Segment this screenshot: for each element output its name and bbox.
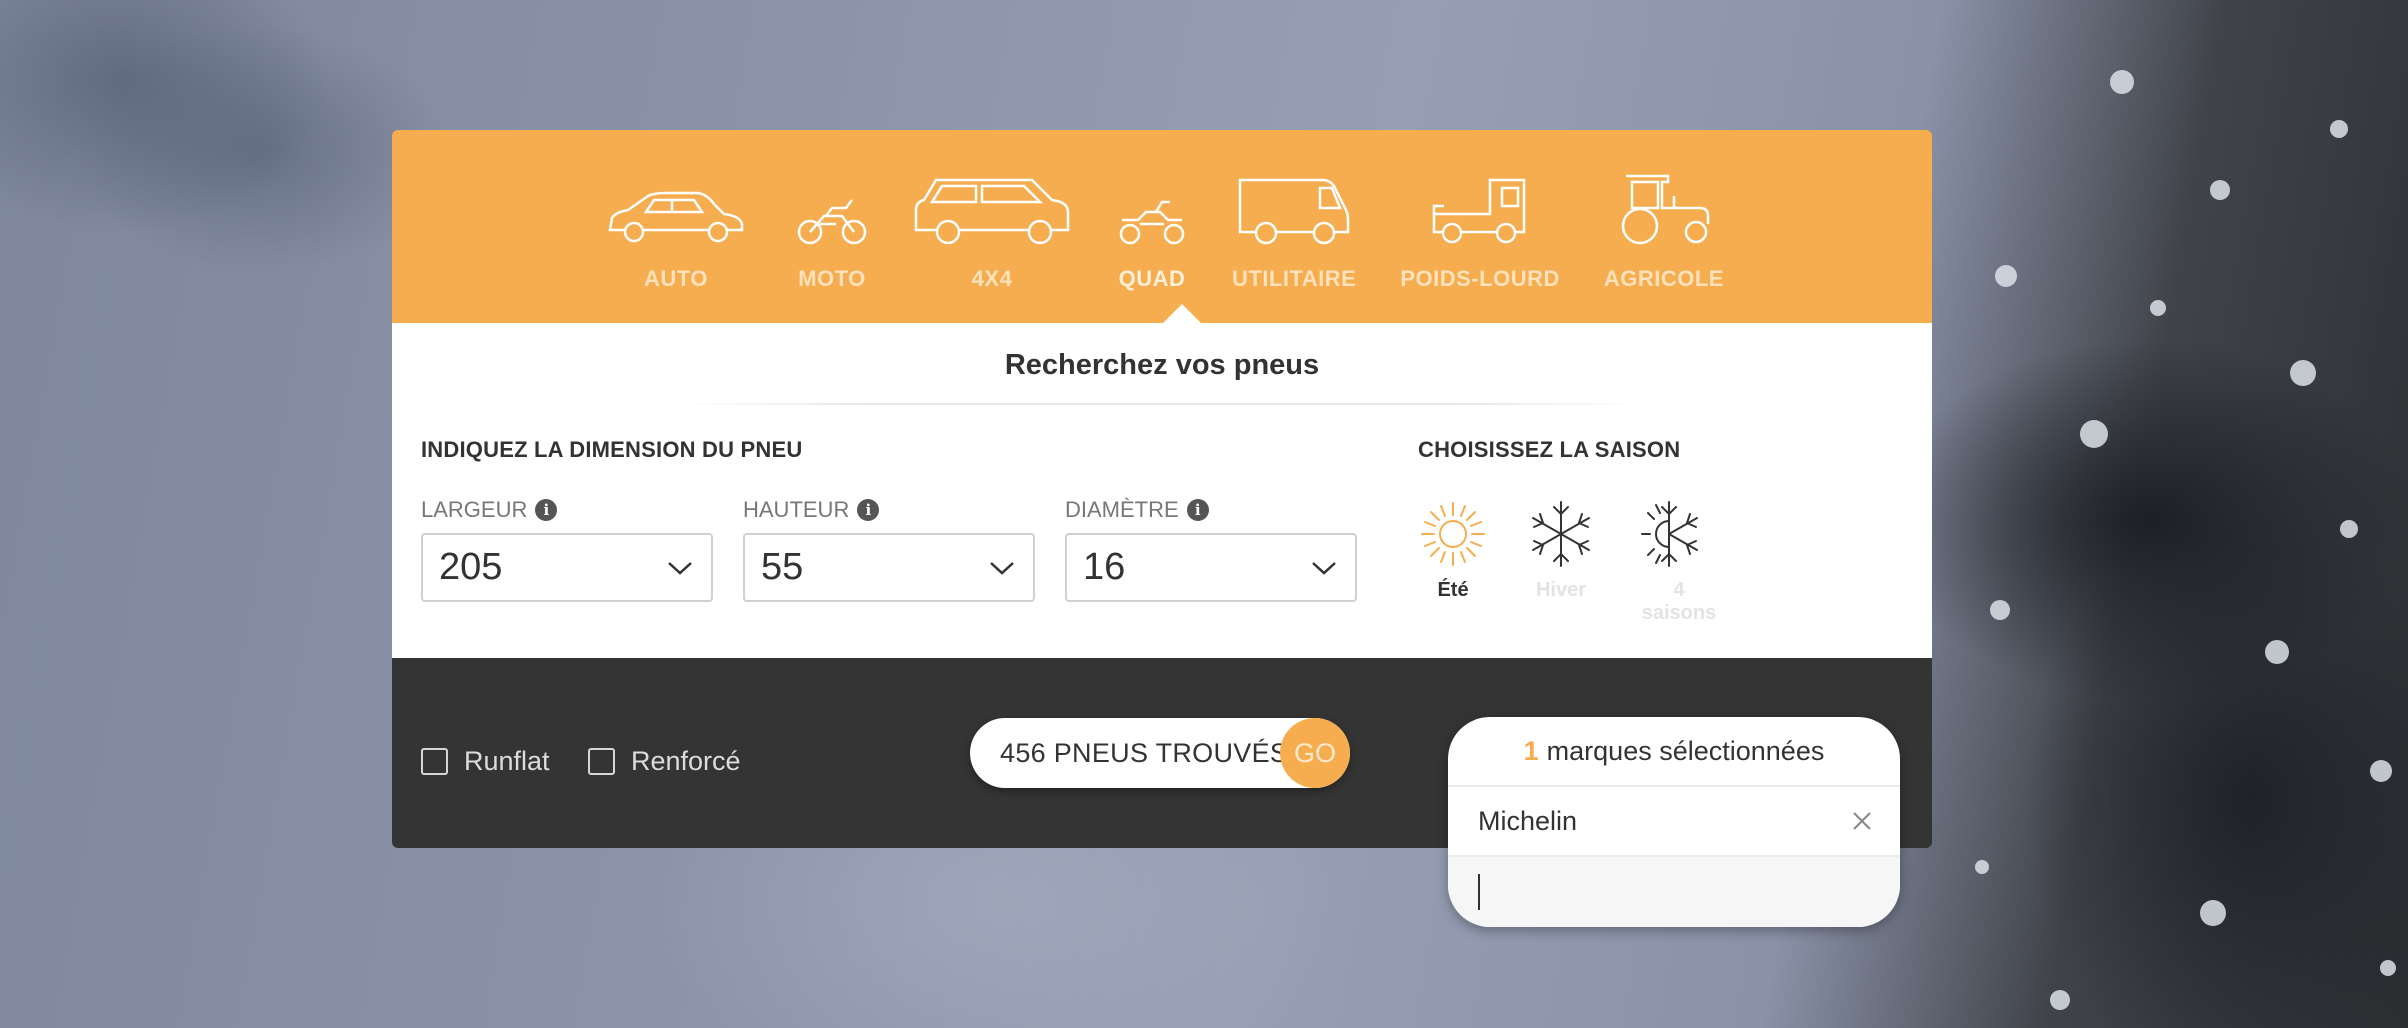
runflat-checkbox[interactable]: Runflat <box>421 746 550 777</box>
diameter-value: 16 <box>1083 546 1126 588</box>
height-select[interactable]: 55 <box>743 533 1035 602</box>
truck-icon <box>1432 178 1526 244</box>
category-label: 4X4 <box>971 266 1013 291</box>
vehicle-category-bar: AUTO MOTO 4X4 QUAD UTILITAIRE POIDS-LOUR… <box>392 130 1932 324</box>
snowflake-icon <box>1532 501 1590 567</box>
category-label: MOTO <box>798 266 866 291</box>
active-category-pointer <box>1162 304 1202 324</box>
brand-selector: 1 marques sélectionnées Michelin <box>1448 717 1900 927</box>
brand-search-input[interactable] <box>1448 857 1900 927</box>
go-button[interactable]: GO <box>1280 718 1350 788</box>
category-label: QUAD <box>1118 266 1186 291</box>
category-auto[interactable]: AUTO <box>578 166 774 292</box>
suv-icon <box>914 178 1070 245</box>
runflat-label: Runflat <box>464 746 550 776</box>
category-label: UTILITAIRE <box>1232 266 1357 291</box>
diameter-select[interactable]: 16 <box>1065 533 1357 602</box>
season-summer[interactable]: Été <box>1418 499 1526 625</box>
season-label: Été <box>1437 579 1469 601</box>
title-divider <box>682 403 1642 405</box>
season-winter[interactable]: Hiver <box>1526 499 1634 625</box>
info-icon[interactable]: i <box>857 499 880 521</box>
van-icon <box>1238 178 1350 245</box>
brand-count: 1 <box>1523 735 1539 766</box>
info-icon[interactable]: i <box>535 499 558 521</box>
results-text: 456 PNEUS TROUVÉS <box>1000 737 1289 768</box>
close-icon[interactable] <box>1852 811 1872 831</box>
width-label: LARGEUR <box>421 497 528 522</box>
checkbox-box[interactable] <box>588 748 615 775</box>
renforce-label: Renforcé <box>631 746 741 776</box>
category-utilitaire[interactable]: UTILITAIRE <box>1210 166 1378 292</box>
width-select[interactable]: 205 <box>421 533 713 602</box>
dimension-heading: INDIQUEZ LA DIMENSION DU PNEU <box>421 437 803 462</box>
brand-header-text: marques sélectionnées <box>1546 735 1825 766</box>
text-caret <box>1478 874 1480 910</box>
category-quad[interactable]: QUAD <box>1094 166 1210 292</box>
results-counter: 456 PNEUS TROUVÉS GO <box>970 718 1350 788</box>
selected-brand-item: Michelin <box>1448 785 1900 857</box>
height-field: HAUTEUR i 55 <box>743 497 1035 602</box>
motorcycle-icon <box>797 199 867 245</box>
chevron-down-icon <box>668 561 692 575</box>
width-value: 205 <box>439 546 503 588</box>
sun-snowflake-icon <box>1641 501 1698 567</box>
season-label: Hiver <box>1535 579 1587 601</box>
category-label: POIDS-LOURD <box>1400 266 1560 291</box>
category-label: AUTO <box>644 266 708 291</box>
search-panel: Recherchez vos pneus INDIQUEZ LA DIMENSI… <box>392 323 1932 658</box>
quad-icon <box>1119 200 1185 245</box>
chevron-down-icon <box>990 561 1014 575</box>
sun-icon <box>1421 502 1485 566</box>
category-agricole[interactable]: AGRICOLE <box>1582 166 1746 292</box>
chevron-down-icon <box>1312 561 1336 575</box>
category-4x4[interactable]: 4X4 <box>890 166 1094 292</box>
renforce-checkbox[interactable]: Renforcé <box>588 746 741 777</box>
category-poids-lourd[interactable]: POIDS-LOURD <box>1378 166 1582 292</box>
panel-title: Recherchez vos pneus <box>1004 349 1320 381</box>
brand-name: Michelin <box>1478 805 1578 836</box>
season-label: 4 saisons <box>1641 579 1717 624</box>
diameter-label: DIAMÈTRE <box>1065 497 1179 522</box>
category-moto[interactable]: MOTO <box>774 166 890 292</box>
car-icon <box>608 191 744 243</box>
height-label: HAUTEUR <box>743 497 850 522</box>
diameter-field: DIAMÈTRE i 16 <box>1065 497 1357 602</box>
season-heading: CHOISISSEZ LA SAISON <box>1418 437 1681 462</box>
height-value: 55 <box>761 546 804 588</box>
tractor-icon <box>1621 174 1710 245</box>
brand-selector-header[interactable]: 1 marques sélectionnées <box>1448 717 1900 785</box>
info-icon[interactable]: i <box>1186 499 1209 521</box>
season-selector: Été Hiver 4 saisons <box>1418 499 1742 625</box>
season-all[interactable]: 4 saisons <box>1634 499 1742 625</box>
checkbox-box[interactable] <box>421 748 448 775</box>
category-label: AGRICOLE <box>1603 266 1724 291</box>
width-field: LARGEUR i 205 <box>421 497 713 602</box>
